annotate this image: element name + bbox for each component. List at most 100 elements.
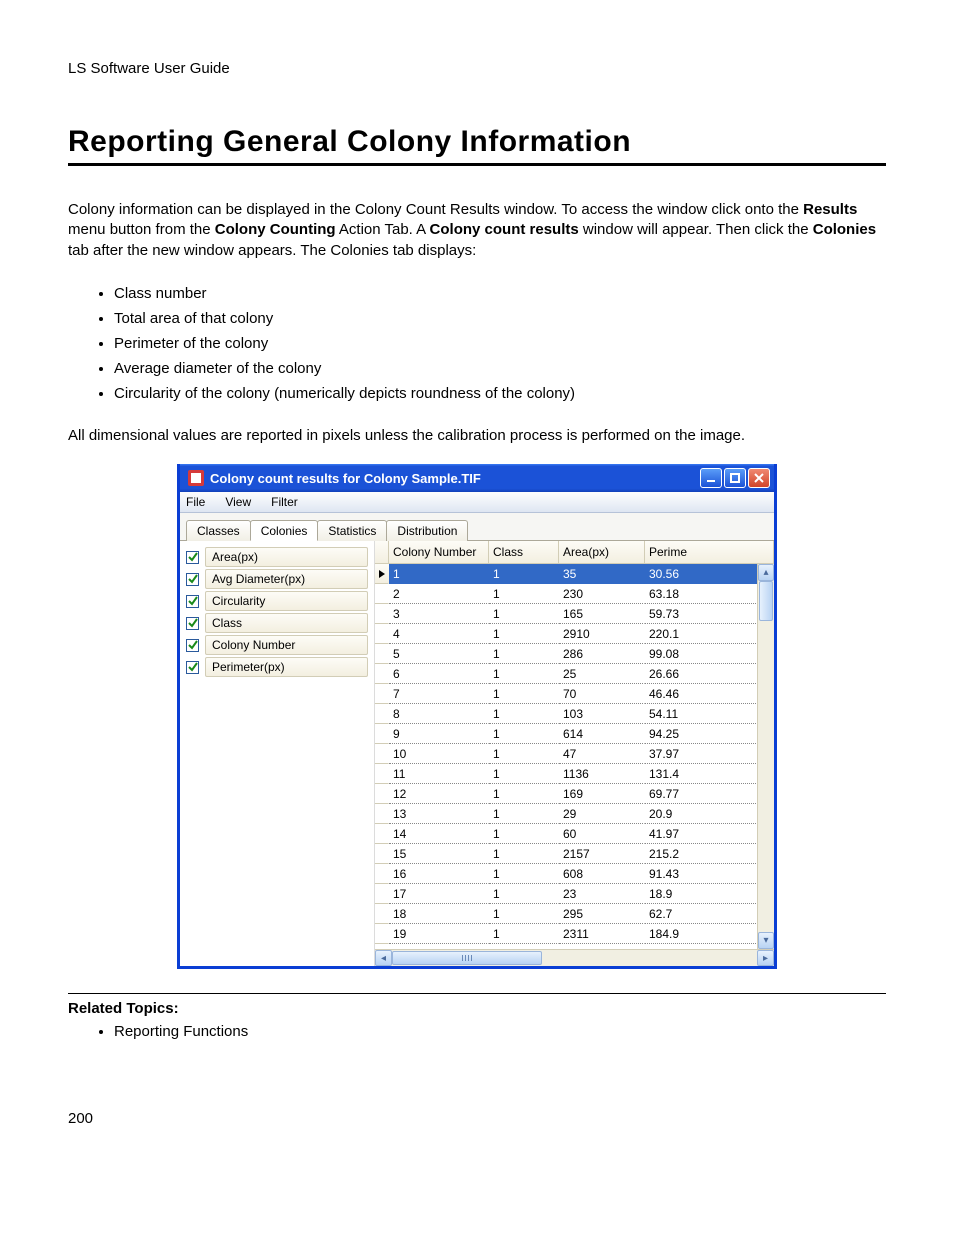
scroll-track[interactable] <box>758 581 774 932</box>
table-row[interactable]: 612526.66 <box>375 664 774 684</box>
current-row-icon <box>379 570 385 578</box>
scroll-thumb[interactable] <box>392 951 542 965</box>
property-label[interactable]: Perimeter(px) <box>205 657 368 677</box>
cell: 1 <box>489 884 559 904</box>
colony-results-window: Colony count results for Colony Sample.T… <box>177 464 777 969</box>
vertical-scrollbar[interactable]: ▴ ▾ <box>757 564 774 949</box>
table-row[interactable]: 412910220.1 <box>375 624 774 644</box>
intro-paragraph: Colony information can be displayed in t… <box>68 200 886 261</box>
tab-statistics[interactable]: Statistics <box>317 520 387 541</box>
cell: 10 <box>389 744 489 764</box>
checkbox[interactable] <box>186 573 199 586</box>
checkbox[interactable] <box>186 617 199 630</box>
property-label[interactable]: Class <box>205 613 368 633</box>
grid-body[interactable]: 113530.562123063.183116559.73412910220.1… <box>375 564 774 966</box>
cell: 2910 <box>559 624 645 644</box>
cell: 25 <box>559 664 645 684</box>
bullet-item: Total area of that colony <box>114 310 886 327</box>
minimize-button[interactable] <box>700 468 722 488</box>
row-selector[interactable] <box>375 804 389 824</box>
cell: 20.9 <box>645 804 774 824</box>
checkbox[interactable] <box>186 639 199 652</box>
row-selector[interactable] <box>375 684 389 704</box>
cell: 94.25 <box>645 724 774 744</box>
horizontal-scrollbar[interactable]: ◂ ▸ <box>375 949 774 966</box>
table-row[interactable]: 8110354.11 <box>375 704 774 724</box>
scroll-down-button[interactable]: ▾ <box>758 932 774 949</box>
property-label[interactable]: Colony Number <box>205 635 368 655</box>
menu-item[interactable]: View <box>225 495 251 509</box>
checkbox[interactable] <box>186 595 199 608</box>
scroll-thumb[interactable] <box>759 581 773 621</box>
cell: 1 <box>489 564 559 584</box>
table-row[interactable]: 1912311184.9 <box>375 924 774 944</box>
table-row[interactable]: 5128699.08 <box>375 644 774 664</box>
property-label[interactable]: Avg Diameter(px) <box>205 569 368 589</box>
table-row[interactable]: 9161494.25 <box>375 724 774 744</box>
column-header[interactable]: Area(px) <box>559 541 645 563</box>
cell: 11 <box>389 764 489 784</box>
row-selector[interactable] <box>375 624 389 644</box>
row-selector[interactable] <box>375 884 389 904</box>
row-selector[interactable] <box>375 764 389 784</box>
table-row[interactable]: 1512157215.2 <box>375 844 774 864</box>
cell: 1 <box>489 624 559 644</box>
tab-distribution[interactable]: Distribution <box>386 520 468 541</box>
scroll-track[interactable] <box>392 950 757 966</box>
table-row[interactable]: 1712318.9 <box>375 884 774 904</box>
table-row[interactable]: 3116559.73 <box>375 604 774 624</box>
cell: 41.97 <box>645 824 774 844</box>
scroll-up-button[interactable]: ▴ <box>758 564 774 581</box>
cell: 35 <box>559 564 645 584</box>
row-selector[interactable] <box>375 724 389 744</box>
checkbox[interactable] <box>186 551 199 564</box>
table-row[interactable]: 717046.46 <box>375 684 774 704</box>
row-selector[interactable] <box>375 784 389 804</box>
cell: 1 <box>489 904 559 924</box>
menu-bar: File View Filter <box>180 492 774 513</box>
row-selector[interactable] <box>375 564 389 584</box>
column-header[interactable]: Colony Number <box>389 541 489 563</box>
window-titlebar[interactable]: Colony count results for Colony Sample.T… <box>180 464 774 492</box>
table-row[interactable]: 16160891.43 <box>375 864 774 884</box>
table-row[interactable]: 2123063.18 <box>375 584 774 604</box>
row-selector[interactable] <box>375 744 389 764</box>
row-selector[interactable] <box>375 664 389 684</box>
property-label[interactable]: Circularity <box>205 591 368 611</box>
cell: 1 <box>489 804 559 824</box>
checkbox[interactable] <box>186 661 199 674</box>
close-button[interactable] <box>748 468 770 488</box>
row-selector[interactable] <box>375 844 389 864</box>
scroll-right-button[interactable]: ▸ <box>757 950 774 966</box>
row-selector[interactable] <box>375 604 389 624</box>
tab-colonies[interactable]: Colonies <box>250 520 319 541</box>
intro-text: Action Tab. A <box>336 221 430 238</box>
table-row[interactable]: 18129562.7 <box>375 904 774 924</box>
table-row[interactable]: 1014737.97 <box>375 744 774 764</box>
row-selector[interactable] <box>375 924 389 944</box>
table-row[interactable]: 1416041.97 <box>375 824 774 844</box>
row-selector[interactable] <box>375 904 389 924</box>
table-row[interactable]: 1111136131.4 <box>375 764 774 784</box>
tab-classes[interactable]: Classes <box>186 520 251 541</box>
column-header[interactable]: Class <box>489 541 559 563</box>
table-row[interactable]: 1312920.9 <box>375 804 774 824</box>
maximize-button[interactable] <box>724 468 746 488</box>
scroll-left-button[interactable]: ◂ <box>375 950 392 966</box>
bullet-item: Perimeter of the colony <box>114 335 886 352</box>
row-selector[interactable] <box>375 644 389 664</box>
property-label[interactable]: Area(px) <box>205 547 368 567</box>
row-selector[interactable] <box>375 864 389 884</box>
row-selector[interactable] <box>375 584 389 604</box>
menu-item[interactable]: File <box>186 495 205 509</box>
cell: 2 <box>389 584 489 604</box>
menu-item[interactable]: Filter <box>271 495 298 509</box>
cell: 1 <box>489 784 559 804</box>
table-row[interactable]: 12116969.77 <box>375 784 774 804</box>
table-row[interactable]: 113530.56 <box>375 564 774 584</box>
row-selector[interactable] <box>375 704 389 724</box>
row-selector[interactable] <box>375 824 389 844</box>
column-header[interactable]: Perime <box>645 541 774 563</box>
cell: 13 <box>389 804 489 824</box>
cell: 103 <box>559 704 645 724</box>
